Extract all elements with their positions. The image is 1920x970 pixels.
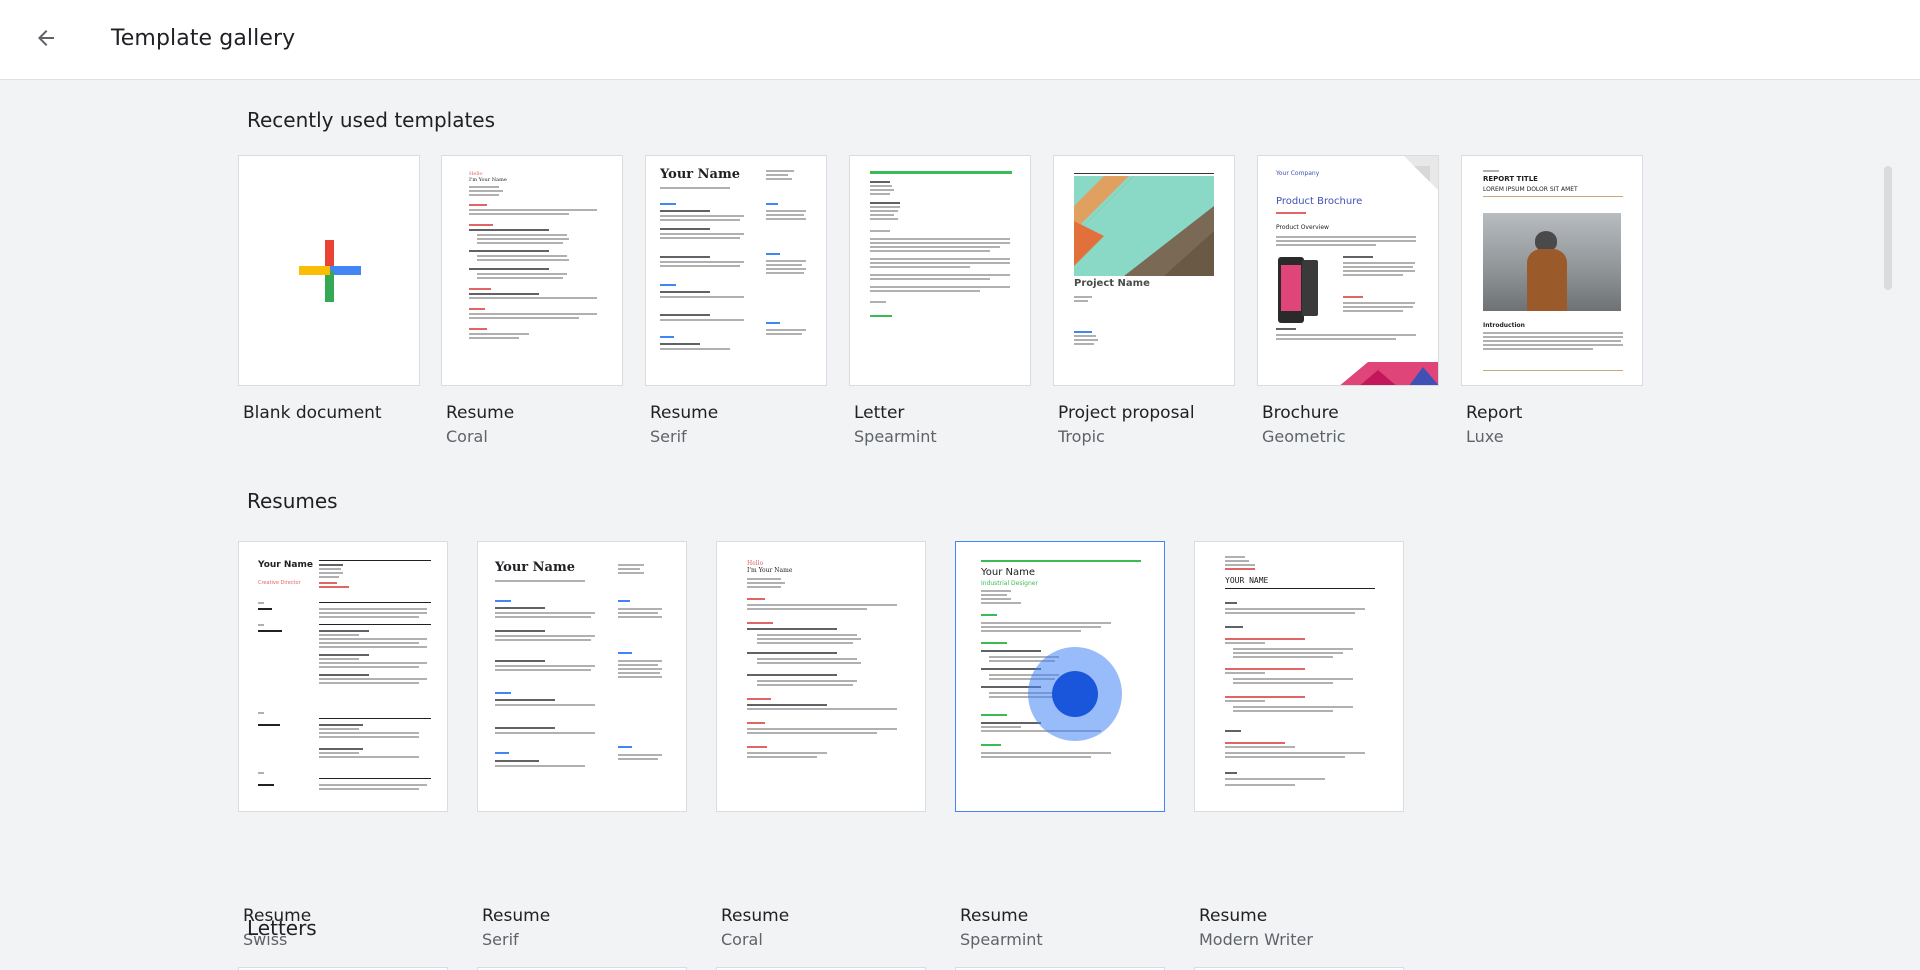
template-name: Project proposal [1058,403,1195,423]
template-thumbnail[interactable]: Your Name [477,541,687,812]
template-thumbnail[interactable]: Your Name [645,155,827,386]
template-style: Tropic [1058,427,1105,446]
touch-point [1052,671,1098,717]
template-thumbnail[interactable]: Your Company Product Brochure Product Ov… [1257,155,1439,386]
template-card-resume-serif[interactable]: Your Name Resume Serif [645,155,827,446]
template-card-project-proposal-tropic[interactable]: Project Name Project proposal Tropic [1053,155,1235,446]
thumb-text: Industrial Designer [981,580,1038,587]
template-style: Luxe [1466,427,1504,446]
template-thumbnail[interactable]: Project Name [1053,155,1235,386]
template-name: Letter [854,403,905,423]
template-style: Geometric [1262,427,1346,446]
thumb-text: Product Brochure [1276,196,1363,207]
section-title-resumes: Resumes [247,489,338,513]
template-card-report-luxe[interactable]: REPORT TITLE LOREM IPSUM DOLOR SIT AMET … [1461,155,1643,446]
geometric-corner-art [1404,156,1438,190]
template-card-resume-coral-2[interactable]: Hello I'm Your Name Resume Coral [716,541,926,949]
template-style: Coral [446,427,488,446]
back-button[interactable] [22,20,70,60]
thumb-text: REPORT TITLE [1483,175,1538,183]
template-name: Resume [1199,906,1268,926]
thumb-text: LOREM IPSUM DOLOR SIT AMET [1483,186,1578,193]
template-card-brochure-geometric[interactable]: Your Company Product Brochure Product Ov… [1257,155,1439,446]
tropic-art [1074,176,1214,276]
geometric-footer-art [1340,362,1438,385]
template-name: Resume [721,906,790,926]
thumb-text: Your Name [495,560,575,575]
thumb-text: Your Name [258,560,313,570]
thumb-text: Project Name [1074,278,1150,289]
template-thumbnail[interactable]: REPORT TITLE LOREM IPSUM DOLOR SIT AMET … [1461,155,1643,386]
template-name: Resume [960,906,1029,926]
template-style: Modern Writer [1199,930,1313,949]
section-title-recent: Recently used templates [247,108,496,132]
plus-icon [299,240,361,307]
template-card-resume-coral[interactable]: Hello I'm Your Name Resume Coral [441,155,623,446]
template-thumbnail[interactable] [238,155,420,386]
template-thumbnail[interactable]: Hello I'm Your Name [716,541,926,812]
template-thumbnail[interactable]: YOUR NAME [1194,541,1404,812]
template-card-resume-modern-writer[interactable]: YOUR NAME Resume Modern Writer [1194,541,1404,949]
thumb-text: Your Name [981,567,1036,578]
template-style: Serif [482,930,519,949]
template-thumbnail[interactable]: Your Name Creative Director [238,541,448,812]
section-title-letters: Letters [247,916,317,940]
template-card-resume-spearmint[interactable]: Your Name Industrial Designer Resume Spe… [955,541,1165,949]
phone-image [1278,257,1304,323]
template-gallery-main: Recently used templates Blank document H… [0,80,1920,970]
thumb-text: Your Name [660,167,740,182]
thumb-text: Product Overview [1276,224,1329,231]
vertical-scrollbar[interactable] [1884,166,1892,290]
report-cover-photo [1483,213,1621,311]
template-card-resume-serif-2[interactable]: Your Name Resume Serif [477,541,687,949]
template-card-resume-swiss[interactable]: Your Name Creative Director Resume Swiss [238,541,448,949]
template-style: Coral [721,930,763,949]
template-style: Spearmint [854,427,937,446]
template-name: Report [1466,403,1523,423]
thumb-text: Hello [747,560,764,567]
arrow-back-icon [34,26,58,55]
template-style: Serif [650,427,687,446]
thumb-text: I'm Your Name [469,177,507,183]
page-title: Template gallery [111,26,296,51]
template-name: Resume [446,403,515,423]
thumb-text: Your Company [1276,170,1320,177]
template-name: Resume [650,403,719,423]
top-bar: Template gallery [0,0,1920,80]
thumb-text: Creative Director [258,580,301,586]
thumb-text: Introduction [1483,322,1525,329]
template-thumbnail[interactable]: Your Name Industrial Designer [955,541,1165,812]
template-name: Brochure [1262,403,1339,423]
template-card-blank-document[interactable]: Blank document [238,155,420,445]
thumb-text: I'm Your Name [747,567,793,574]
thumb-text: YOUR NAME [1225,576,1269,585]
template-name: Blank document [243,403,382,423]
template-thumbnail[interactable]: Hello I'm Your Name [441,155,623,386]
template-card-letter-spearmint[interactable]: Letter Spearmint [849,155,1031,446]
template-thumbnail[interactable] [849,155,1031,386]
template-style: Spearmint [960,930,1043,949]
template-name: Resume [482,906,551,926]
